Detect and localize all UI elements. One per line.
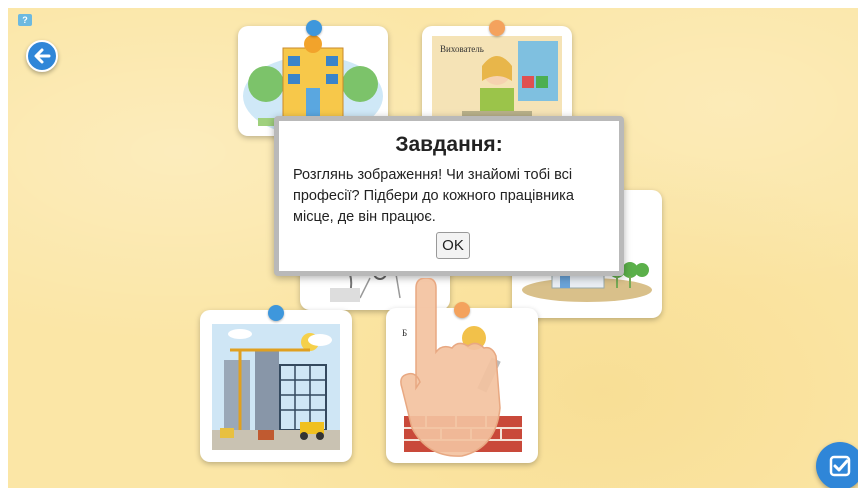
construction-site-image (212, 324, 340, 450)
back-button[interactable] (26, 40, 58, 72)
dialog-text: Розглянь зображення! Чи знайомі тобі всі… (293, 167, 574, 225)
ok-button[interactable]: OK (436, 232, 470, 259)
pin-construction-site (268, 305, 284, 321)
pin-kindergarten (306, 20, 322, 36)
pin-teacher (489, 20, 505, 36)
check-button[interactable] (816, 442, 858, 488)
game-board: ? Вихователь Б Завдання: Розглянь зображ… (8, 8, 858, 488)
pointing-hand-icon (400, 278, 501, 457)
question-icon[interactable]: ? (18, 14, 32, 26)
dialog-title: Завдання: (395, 133, 503, 156)
card-construction-site[interactable] (200, 310, 352, 462)
task-dialog: Завдання: Розглянь зображення! Чи знайом… (274, 116, 624, 276)
card-label-teacher: Вихователь (440, 44, 484, 54)
arrow-left-icon (34, 48, 51, 64)
check-icon (829, 455, 851, 477)
